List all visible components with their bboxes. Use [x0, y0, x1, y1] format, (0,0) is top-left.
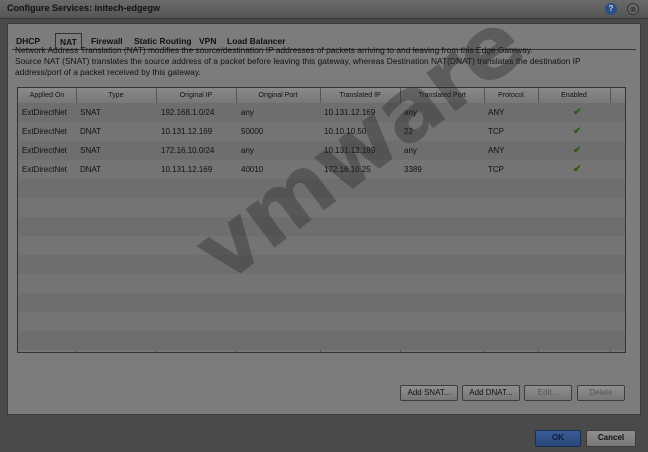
- cell-translated-port: 3389: [404, 165, 422, 174]
- cell-original-ip: 172.16.10.0/24: [161, 146, 215, 155]
- cell-type: SNAT: [80, 146, 101, 155]
- column-header-original-port[interactable]: Original Port: [236, 88, 320, 103]
- empty-row: [18, 274, 625, 293]
- empty-row: [18, 312, 625, 331]
- ok-button[interactable]: OK: [535, 430, 581, 447]
- column-header-translated-port[interactable]: Translated Port: [400, 88, 484, 103]
- column-header-original-ip[interactable]: Original IP: [156, 88, 236, 103]
- description-line: Network Address Translation (NAT) modifi…: [15, 45, 533, 55]
- cell-applied-on: ExtDirectNet: [22, 108, 67, 117]
- cell-original-ip: 192.168.1.0/24: [161, 108, 215, 117]
- column-header-type[interactable]: Type: [76, 88, 156, 103]
- cell-original-port: any: [241, 108, 254, 117]
- column-header-protocol[interactable]: Protocol: [484, 88, 538, 103]
- empty-row: [18, 217, 625, 236]
- check-icon: ✔: [573, 107, 582, 118]
- nat-description: Network Address Translation (NAT) modifi…: [15, 45, 615, 78]
- empty-row: [18, 331, 625, 350]
- cell-protocol: ANY: [488, 146, 505, 155]
- empty-row: [18, 198, 625, 217]
- cell-protocol: ANY: [488, 108, 505, 117]
- cancel-button[interactable]: Cancel: [586, 430, 636, 447]
- cell-translated-port: any: [404, 146, 417, 155]
- table-row[interactable]: ExtDirectNet DNAT 10.131.12.169 50000 10…: [18, 122, 625, 141]
- table-header: Applied On Type Original IP Original Por…: [18, 88, 625, 104]
- cell-original-port: 40010: [241, 165, 264, 174]
- table-row[interactable]: ExtDirectNet SNAT 172.16.10.0/24 any 10.…: [18, 141, 625, 160]
- cell-translated-ip: 10.10.10.50: [324, 127, 367, 136]
- check-icon: ✔: [573, 164, 582, 175]
- cell-applied-on: ExtDirectNet: [22, 165, 67, 174]
- cell-protocol: TCP: [488, 127, 504, 136]
- add-dnat-button[interactable]: Add DNAT...: [462, 385, 520, 401]
- cell-translated-port: 22: [404, 127, 413, 136]
- cell-original-ip: 10.131.12.169: [161, 127, 213, 136]
- cell-type: DNAT: [80, 127, 102, 136]
- window-title: Configure Services: initech-edgegw: [7, 3, 161, 13]
- column-header-applied-on[interactable]: Applied On: [18, 88, 76, 103]
- cell-applied-on: ExtDirectNet: [22, 127, 67, 136]
- help-icon[interactable]: ?: [605, 3, 617, 15]
- cell-original-port: 50000: [241, 127, 264, 136]
- cell-type: DNAT: [80, 165, 102, 174]
- column-header-enabled[interactable]: Enabled: [538, 88, 610, 103]
- edit-button[interactable]: Edit...: [524, 385, 572, 401]
- cell-applied-on: ExtDirectNet: [22, 146, 67, 155]
- cell-original-ip: 10.131.12.169: [161, 165, 213, 174]
- add-snat-button[interactable]: Add SNAT...: [400, 385, 458, 401]
- empty-row: [18, 179, 625, 198]
- empty-row: [18, 293, 625, 312]
- cell-translated-ip: 10.131.12.169: [324, 108, 376, 117]
- nat-rules-table: Applied On Type Original IP Original Por…: [17, 87, 626, 353]
- cell-translated-ip: 10.131.12.169: [324, 146, 376, 155]
- description-line: Source NAT (SNAT) translates the source …: [15, 56, 581, 66]
- column-header-translated-ip[interactable]: Translated IP: [320, 88, 400, 103]
- check-icon: ✔: [573, 126, 582, 137]
- check-icon: ✔: [573, 145, 582, 156]
- delete-button[interactable]: Delete: [577, 385, 625, 401]
- empty-row: [18, 236, 625, 255]
- title-bar: Configure Services: initech-edgegw ? ⊗: [0, 0, 648, 19]
- cell-translated-ip: 172.16.10.25: [324, 165, 371, 174]
- cell-type: SNAT: [80, 108, 101, 117]
- table-row[interactable]: ExtDirectNet DNAT 10.131.12.169 40010 17…: [18, 160, 625, 179]
- close-icon[interactable]: ⊗: [627, 3, 639, 15]
- table-row[interactable]: ExtDirectNet SNAT 192.168.1.0/24 any 10.…: [18, 103, 625, 122]
- cell-translated-port: any: [404, 108, 417, 117]
- cell-protocol: TCP: [488, 165, 504, 174]
- cell-original-port: any: [241, 146, 254, 155]
- empty-row: [18, 255, 625, 274]
- description-line: address/port of a packet received by thi…: [15, 67, 201, 77]
